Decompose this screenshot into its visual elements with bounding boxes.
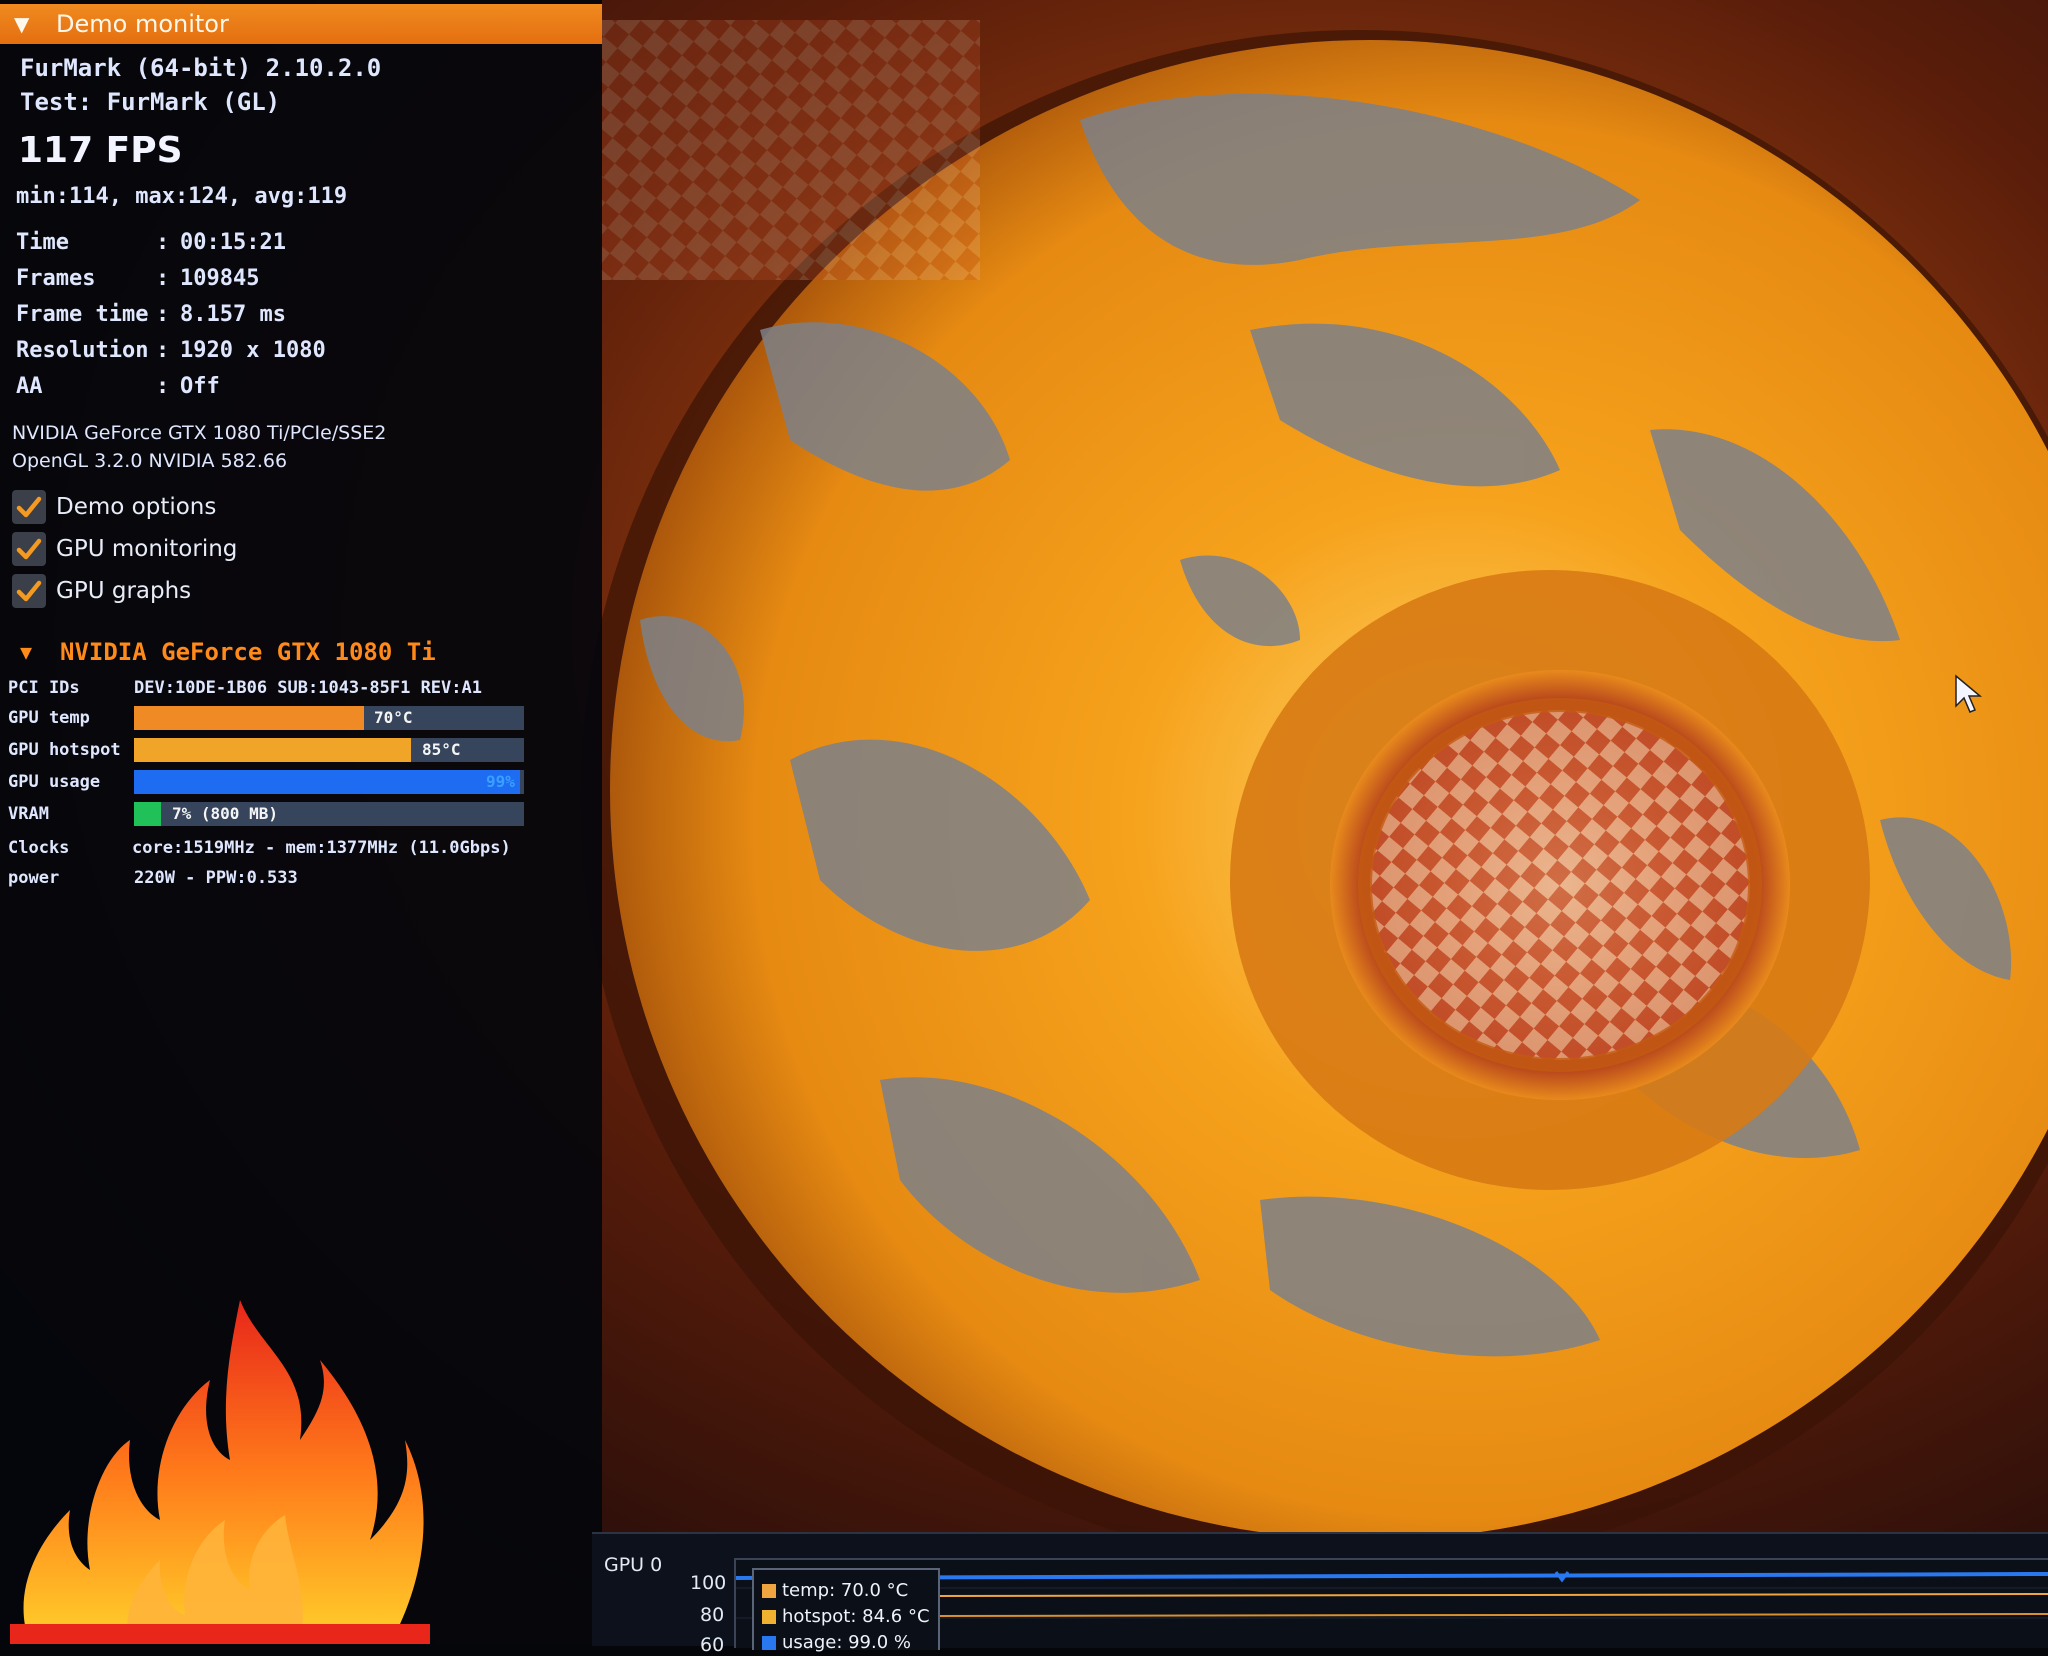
gpu-usage-bar-fill — [134, 770, 521, 794]
stat-value-frame-time: 8.157 ms — [180, 302, 286, 327]
legend-label: usage: 99.0 % — [782, 1632, 912, 1653]
legend-swatch — [762, 1610, 776, 1624]
graph-title: GPU 0 — [604, 1554, 663, 1576]
stat-colon: : — [156, 302, 170, 327]
checkbox-gpu-graphs[interactable] — [12, 574, 46, 608]
vram-value: 7% (800 MB) — [172, 804, 278, 823]
vram-label: VRAM — [8, 804, 49, 824]
temp-series-line — [935, 1593, 2048, 1597]
check-icon — [16, 538, 42, 560]
checkbox-gpu-monitoring[interactable] — [12, 532, 46, 566]
gpu-section-header[interactable]: NVIDIA GeForce GTX 1080 Ti — [60, 638, 436, 666]
gpu-usage-value: 99% — [486, 772, 515, 791]
stat-colon: : — [156, 338, 170, 363]
stat-value-frames: 109845 — [180, 266, 260, 291]
option-label: Demo options — [56, 494, 217, 520]
legend-label: hotspot: 84.6 °C — [782, 1606, 930, 1627]
graph-legend: temp: 70.0 °C hotspot: 84.6 °C usage: 99… — [752, 1568, 940, 1653]
gpu-usage-label: GPU usage — [8, 772, 101, 792]
stat-value-aa: Off — [180, 374, 220, 399]
app-name-line: FurMark (64-bit) 2.10.2.0 — [20, 54, 382, 82]
check-icon — [16, 496, 42, 518]
y-tick-label: 80 — [700, 1604, 725, 1626]
window-title: Demo monitor — [56, 10, 229, 38]
demo-monitor-titlebar[interactable]: ▼ Demo monitor — [0, 4, 602, 44]
stat-label-frame-time: Frame time — [16, 302, 149, 327]
graph-plot-area: temp: 70.0 °C hotspot: 84.6 °C usage: 99… — [734, 1558, 2048, 1653]
legend-label: temp: 70.0 °C — [782, 1580, 909, 1601]
stat-label-time: Time — [16, 230, 69, 255]
option-label: GPU graphs — [56, 578, 192, 604]
gpu-temp-bar: 70°C — [134, 706, 524, 730]
legend-swatch — [762, 1584, 776, 1598]
renderer-gpu-line: NVIDIA GeForce GTX 1080 Ti/PCIe/SSE2 — [12, 422, 387, 444]
gpu-hotspot-value: 85°C — [422, 740, 461, 759]
vram-bar: 7% (800 MB) — [134, 802, 524, 826]
pci-ids-label: PCI IDs — [8, 678, 80, 698]
gpu-hotspot-bar-fill — [134, 738, 411, 762]
check-icon — [16, 580, 42, 602]
stat-label-frames: Frames — [16, 266, 96, 291]
y-tick-label: 60 — [700, 1634, 725, 1656]
checkbox-demo-options[interactable] — [12, 490, 46, 524]
hotspot-series-line — [935, 1613, 2048, 1617]
stat-colon: : — [156, 374, 170, 399]
pci-ids-value: DEV:10DE-1B06 SUB:1043-85F1 REV:A1 — [134, 678, 482, 698]
renderer-gl-line: OpenGL 3.2.0 NVIDIA 582.66 — [12, 450, 288, 472]
gpu-graph-panel: GPU 0 100 80 60 temp: 70.0 °C hotspot: 8… — [592, 1532, 2048, 1656]
clocks-value: core:1519MHz - mem:1377MHz (11.0Gbps) — [132, 838, 511, 858]
test-line: Test: FurMark (GL) — [20, 88, 281, 116]
stat-label-resolution: Resolution — [16, 338, 149, 363]
option-label: GPU monitoring — [56, 536, 238, 562]
gpu-hotspot-label: GPU hotspot — [8, 740, 121, 760]
furmark-flame-logo — [10, 1300, 430, 1644]
power-value: 220W - PPW:0.533 — [134, 868, 298, 888]
gpu-temp-value: 70°C — [374, 708, 413, 727]
gpu-temp-bar-fill — [134, 706, 365, 730]
stat-value-time: 00:15:21 — [180, 230, 286, 255]
power-label: power — [8, 868, 60, 888]
gpu-temp-label: GPU temp — [8, 708, 90, 728]
fps-minmax: min:114, max:124, avg:119 — [16, 184, 348, 209]
vram-bar-fill — [134, 802, 162, 826]
y-tick-label: 100 — [690, 1572, 727, 1594]
gpu-hotspot-bar: 85°C — [134, 738, 524, 762]
stat-label-aa: AA — [16, 374, 43, 399]
gpu-usage-bar: 99% — [134, 770, 524, 794]
legend-swatch — [762, 1636, 776, 1650]
demo-monitor-panel: ▼ Demo monitor FurMark (64-bit) 2.10.2.0… — [0, 0, 602, 1644]
stat-value-resolution: 1920 x 1080 — [180, 338, 326, 363]
fps-counter: 117 FPS — [18, 130, 183, 171]
collapse-arrow-icon[interactable]: ▼ — [14, 4, 29, 44]
clocks-label: Clocks — [8, 838, 70, 858]
gpu-section-collapse-icon[interactable]: ▼ — [20, 640, 32, 664]
stat-colon: : — [156, 230, 170, 255]
stat-colon: : — [156, 266, 170, 291]
